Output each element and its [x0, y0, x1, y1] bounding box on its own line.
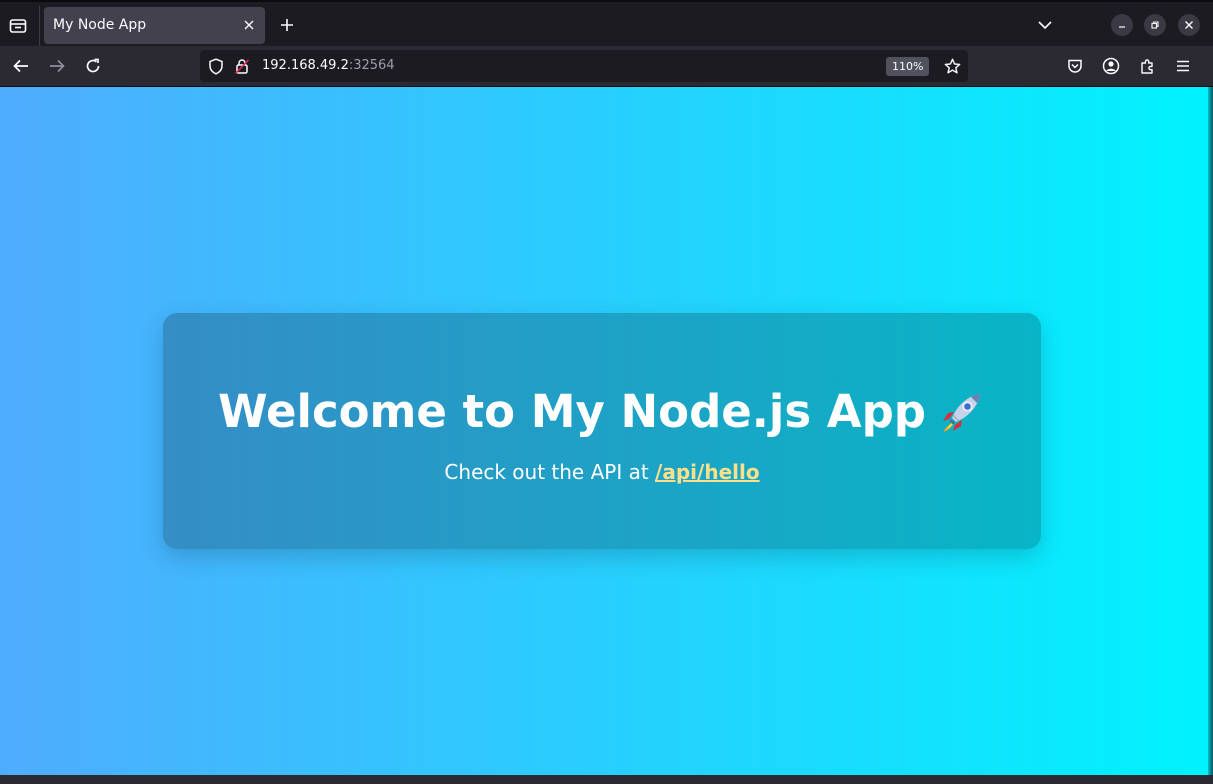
browser-window: My Node App 192.168.49.2:32564 110% Welc… — [0, 0, 1213, 784]
page-right-edge — [1208, 87, 1213, 775]
api-hello-link[interactable]: /api/hello — [655, 460, 760, 484]
tab-list-icon[interactable] — [4, 12, 32, 40]
reload-icon[interactable] — [79, 52, 107, 80]
welcome-card: Welcome to My Node.js App Check out the … — [163, 313, 1041, 549]
url-port: :32564 — [348, 58, 395, 73]
bookmark-star-icon[interactable] — [942, 56, 962, 76]
url-bar[interactable]: 192.168.49.2:32564 110% — [200, 50, 968, 82]
insecure-lock-icon[interactable] — [233, 57, 251, 75]
account-icon[interactable] — [1097, 52, 1125, 80]
forward-arrow-icon[interactable] — [43, 52, 71, 80]
chevron-down-icon[interactable] — [1033, 12, 1057, 38]
api-hint: Check out the API at /api/hello — [444, 460, 759, 484]
url-host: 192.168.49.2 — [262, 58, 349, 73]
back-arrow-icon[interactable] — [7, 52, 35, 80]
extensions-icon[interactable] — [1133, 52, 1161, 80]
shield-icon[interactable] — [207, 57, 225, 75]
hamburger-menu-icon[interactable] — [1169, 52, 1197, 80]
new-tab-icon[interactable] — [274, 12, 300, 38]
navigation-bar: 192.168.49.2:32564 110% — [0, 46, 1213, 87]
window-bottom-edge — [0, 775, 1213, 784]
tab-strip: My Node App — [0, 0, 1213, 46]
url-text[interactable]: 192.168.49.2:32564 — [262, 58, 395, 73]
tab-my-node-app[interactable]: My Node App — [44, 7, 265, 44]
restore-icon[interactable] — [1144, 14, 1166, 36]
tab-separator — [39, 6, 40, 46]
heading-text: Welcome to My Node.js App — [217, 385, 927, 438]
minimize-icon[interactable] — [1111, 14, 1133, 36]
page-content: Welcome to My Node.js App Check out the … — [0, 87, 1208, 775]
zoom-level-button[interactable]: 110% — [886, 57, 930, 76]
rocket-icon — [943, 393, 981, 432]
tab-title: My Node App — [53, 17, 147, 33]
close-window-icon[interactable] — [1178, 14, 1200, 36]
api-hint-text: Check out the API at — [444, 460, 656, 484]
pocket-icon[interactable] — [1061, 52, 1089, 80]
close-tab-icon[interactable] — [239, 15, 259, 35]
page-title: Welcome to My Node.js App — [218, 385, 986, 438]
